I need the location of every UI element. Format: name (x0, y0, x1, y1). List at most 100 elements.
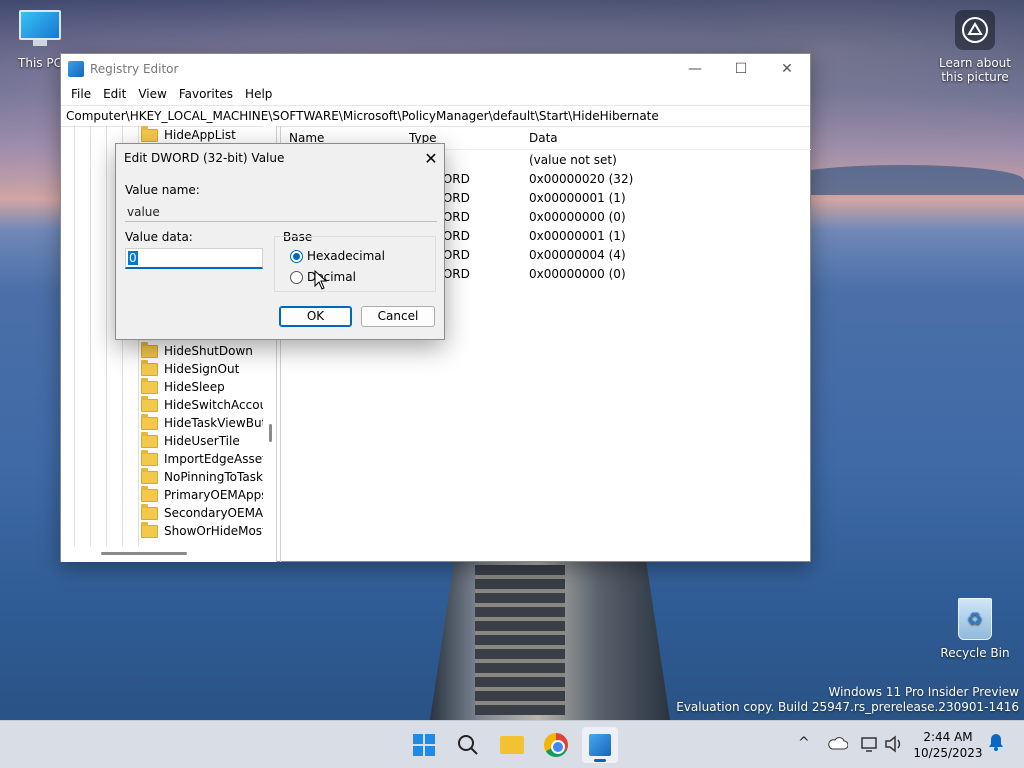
tree-item-label: ImportEdgeAssets (164, 452, 274, 466)
edit-dword-dialog: Edit DWORD (32-bit) Value ✕ Value name: … (115, 143, 445, 340)
folder-icon (141, 126, 158, 142)
folder-icon (141, 395, 158, 412)
wallpaper-mountain (780, 165, 1024, 195)
tree-horizontal-scroll-thumb[interactable] (101, 552, 187, 555)
network-icon[interactable] (860, 735, 880, 753)
recycle-label: Recycle Bin (940, 646, 1010, 660)
search-button[interactable] (450, 727, 486, 763)
monitor-icon (19, 10, 61, 40)
watermark-line-1: Windows 11 Pro Insider Preview (828, 685, 1019, 699)
wallpaper-pier-steps (475, 565, 565, 715)
tree-item-label: HideAppList (164, 128, 236, 142)
row-data: 0x00000001 (1) (529, 191, 626, 205)
cancel-button[interactable]: Cancel (361, 306, 435, 327)
clock-time: 2:44 AM (923, 730, 973, 744)
folder-icon (141, 359, 158, 376)
show-hidden-icons-button[interactable]: ^ (798, 735, 810, 751)
row-data: 0x00000001 (1) (529, 229, 626, 243)
column-header-data[interactable]: Data (529, 131, 558, 145)
tree-item[interactable]: PrimaryOEMApps (141, 485, 268, 504)
row-data: 0x00000000 (0) (529, 267, 626, 281)
folder-icon (141, 449, 158, 466)
file-explorer-icon (500, 736, 524, 754)
tree-item-label: HideSleep (164, 380, 225, 394)
chrome-icon (544, 733, 568, 757)
notification-bell-icon[interactable] (988, 733, 1004, 751)
hexadecimal-label[interactable]: Hexadecimal (307, 249, 385, 263)
close-button[interactable]: ✕ (764, 54, 810, 83)
folder-icon (141, 503, 158, 520)
tree-item[interactable]: HideShutDown (141, 341, 253, 360)
menu-view[interactable]: View (132, 87, 172, 101)
start-button[interactable] (406, 727, 442, 763)
menu-file[interactable]: File (65, 87, 97, 101)
folder-icon (141, 467, 158, 484)
tree-horizontal-scrollbar[interactable] (61, 546, 276, 562)
mouse-cursor-icon (314, 270, 328, 290)
value-name-text: value (127, 205, 160, 219)
tree-item-hideapplist[interactable]: HideAppList (141, 126, 236, 144)
onedrive-icon[interactable] (828, 735, 848, 753)
registry-editor-taskbar-button[interactable] (582, 727, 618, 763)
folder-icon (141, 377, 158, 394)
search-icon (458, 735, 478, 755)
tree-item-label: HideTaskViewButt (164, 416, 271, 430)
tree-item-label: HideUserTile (164, 434, 240, 448)
folder-icon (141, 521, 158, 538)
menu-bar: File Edit View Favorites Help (61, 83, 810, 105)
base-group: Hexadecimal Decimal (274, 236, 436, 292)
tree-item-label: HideSignOut (164, 362, 240, 376)
tree-vertical-scroll-thumb[interactable] (269, 424, 272, 442)
dialog-title: Edit DWORD (32-bit) Value (124, 151, 285, 165)
windows-watermark: Windows 11 Pro Insider Preview Evaluatio… (676, 685, 1019, 715)
value-data-input[interactable]: 0 (125, 248, 263, 269)
recycle-bin-icon: ♻ (958, 598, 992, 640)
tree-item-label: HideSwitchAccou (164, 398, 268, 412)
tree-item[interactable]: ImportEdgeAssets (141, 449, 274, 468)
tree-item[interactable]: HideUserTile (141, 431, 240, 450)
menu-help[interactable]: Help (239, 87, 278, 101)
dialog-close-button[interactable]: ✕ (420, 147, 442, 169)
window-title: Registry Editor (90, 61, 179, 76)
menu-favorites[interactable]: Favorites (173, 87, 239, 101)
taskbar: ^ 2:44 AM 10/25/2023 (0, 720, 1024, 768)
row-data: 0x00000004 (4) (529, 248, 626, 262)
tree-item[interactable]: HideSignOut (141, 359, 240, 378)
folder-icon (141, 341, 158, 358)
value-name-field[interactable]: value (125, 202, 437, 222)
desktop-icon-learn-about-picture[interactable]: Learn about this picture (936, 10, 1014, 84)
watermark-line-2: Evaluation copy. Build 25947.rs_prerelea… (676, 700, 1019, 714)
folder-icon (141, 413, 158, 430)
folder-icon (141, 485, 158, 502)
tree-item[interactable]: ShowOrHideMost (141, 521, 267, 540)
row-data: (value not set) (529, 153, 617, 167)
address-bar[interactable]: Computer\HKEY_LOCAL_MACHINE\SOFTWARE\Mic… (61, 105, 810, 127)
chrome-button[interactable] (538, 727, 574, 763)
tree-item[interactable]: NoPinningToTask (141, 467, 263, 486)
tree-item-label: HideShutDown (164, 344, 253, 358)
camera-lens-icon (955, 10, 995, 50)
tree-item-label: PrimaryOEMApps (164, 488, 268, 502)
minimize-button[interactable]: — (672, 54, 718, 83)
row-data: 0x00000020 (32) (529, 172, 634, 186)
row-data: 0x00000000 (0) (529, 210, 626, 224)
value-data-selected-text: 0 (128, 251, 138, 265)
desktop-icon-recycle-bin[interactable]: ♻ Recycle Bin (940, 598, 1010, 660)
maximize-button[interactable]: ☐ (718, 54, 764, 83)
tree-item[interactable]: HideSleep (141, 377, 225, 396)
clock[interactable]: 2:44 AM 10/25/2023 (908, 729, 988, 761)
registry-editor-icon (68, 60, 84, 77)
tree-item[interactable]: HideSwitchAccou (141, 395, 268, 414)
ok-button[interactable]: OK (279, 306, 352, 327)
hexadecimal-radio[interactable] (290, 250, 303, 263)
tree-item[interactable]: SecondaryOEMAp (141, 503, 271, 522)
value-data-label: Value data: (125, 230, 193, 244)
volume-icon[interactable] (884, 735, 904, 753)
clock-date: 10/25/2023 (913, 746, 983, 760)
tree-item[interactable]: HideTaskViewButt (141, 413, 271, 432)
decimal-radio[interactable] (290, 271, 303, 284)
file-explorer-button[interactable] (494, 727, 530, 763)
titlebar[interactable]: Registry Editor — ☐ ✕ (61, 54, 810, 83)
menu-edit[interactable]: Edit (97, 87, 132, 101)
registry-editor-taskbar-icon (589, 734, 611, 756)
